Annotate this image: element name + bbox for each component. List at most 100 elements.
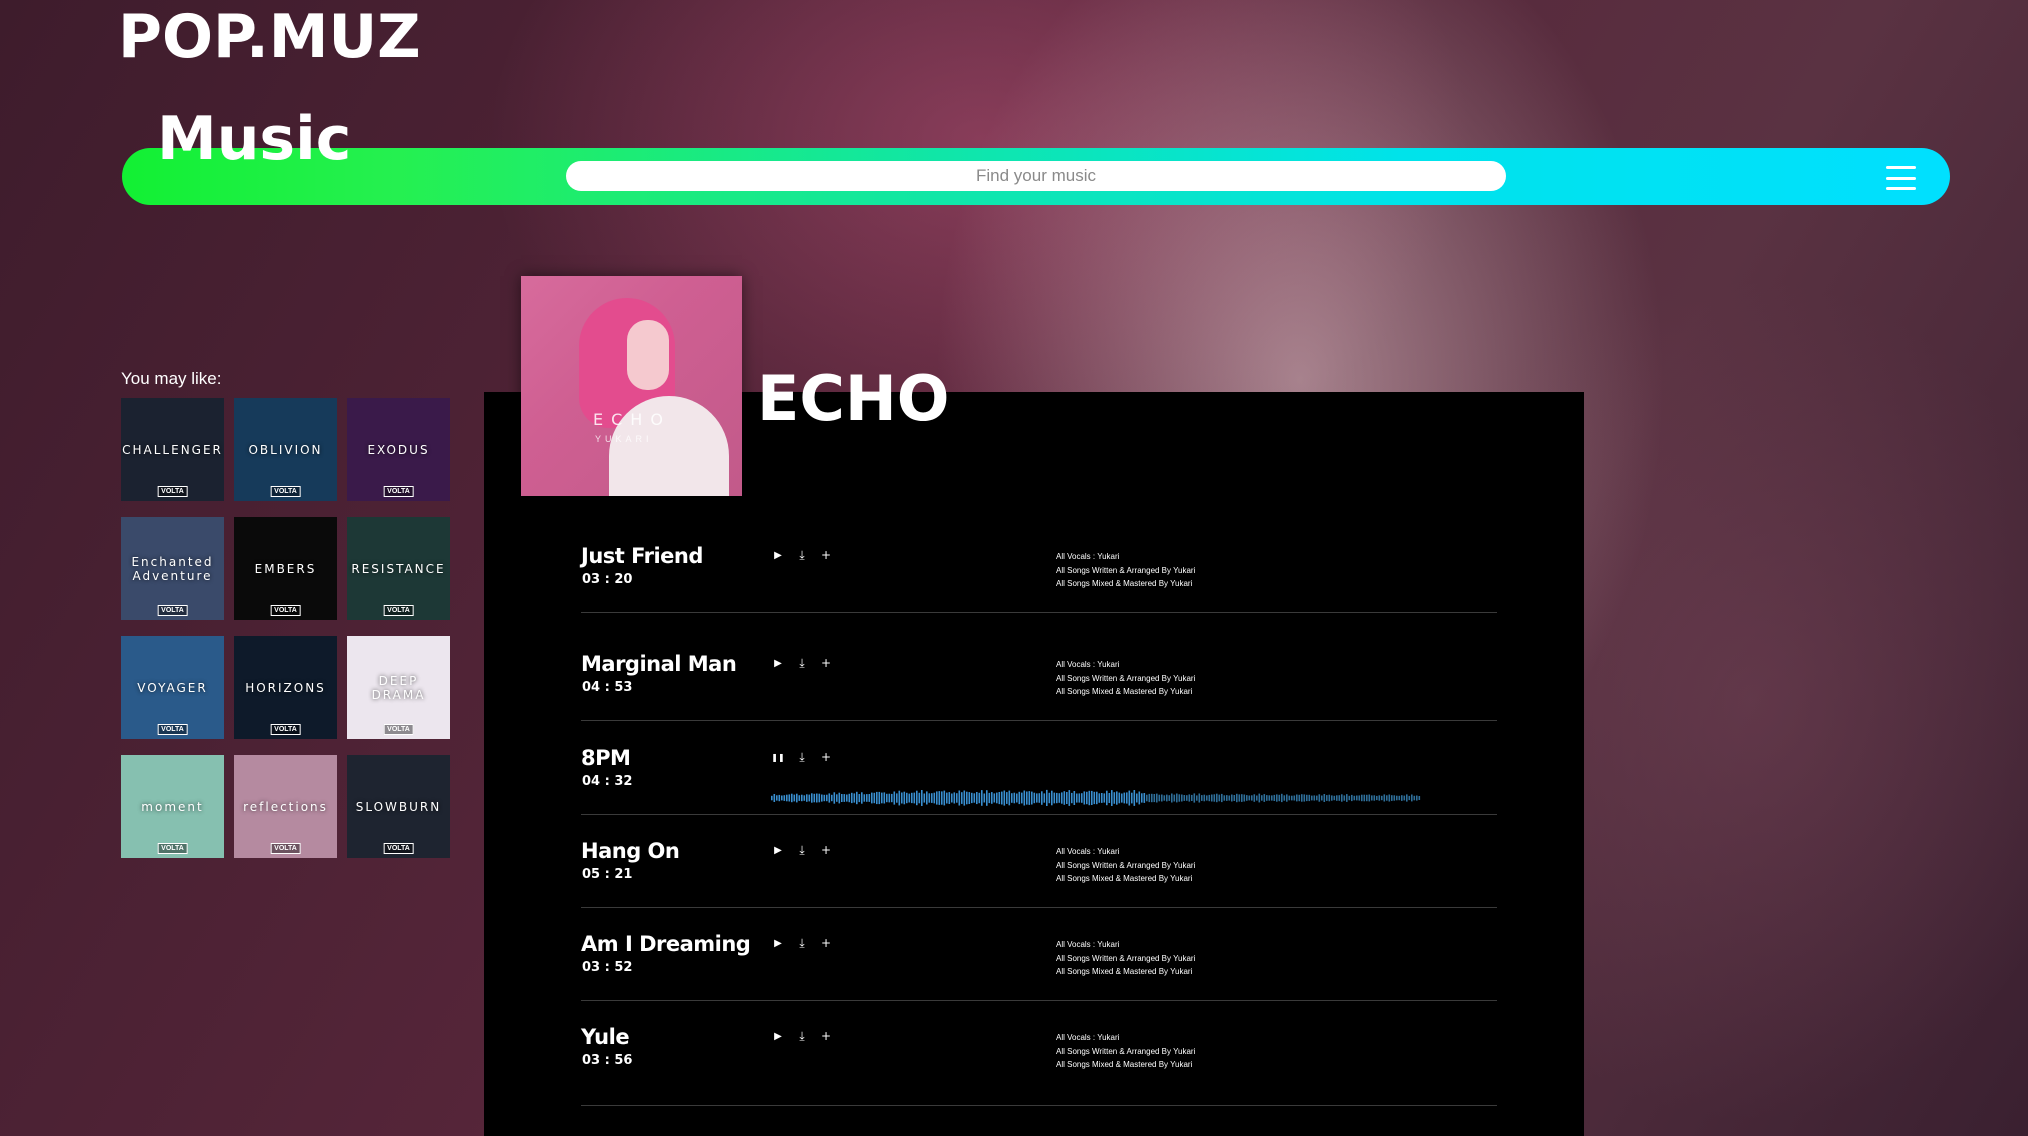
waveform-bar: [1061, 792, 1063, 804]
waveform-bar: [891, 793, 893, 803]
brand-logo[interactable]: POP.MUZ: [118, 2, 421, 72]
waveform-bar: [993, 793, 996, 803]
waveform-bar: [1358, 795, 1361, 801]
play-icon[interactable]: ▶: [771, 656, 785, 670]
waveform-bar: [783, 795, 786, 801]
waveform-bar: [1056, 792, 1058, 804]
plus-icon[interactable]: +: [819, 843, 833, 857]
waveform-bar: [821, 794, 823, 802]
waveform-bar: [906, 792, 908, 804]
audio-waveform[interactable]: [771, 788, 1421, 808]
track-row[interactable]: Just Friend 03 : 20 ▶ ⤓ + All Vocals : Yukari…: [581, 540, 1497, 613]
waveform-bar: [1301, 794, 1303, 802]
recommended-album[interactable]: reflections VOLTA: [234, 755, 337, 858]
download-icon[interactable]: ⤓: [795, 936, 809, 950]
waveform-bar: [1031, 791, 1033, 805]
waveform-bar: [1271, 795, 1273, 801]
hamburger-menu-icon[interactable]: [1886, 166, 1916, 190]
play-icon[interactable]: ▶: [771, 548, 785, 562]
plus-icon[interactable]: +: [819, 936, 833, 950]
waveform-bar: [1113, 792, 1116, 804]
recommended-album[interactable]: SLOWBURN VOLTA: [347, 755, 450, 858]
download-icon[interactable]: ⤓: [795, 1029, 809, 1043]
waveform-bar: [1253, 794, 1256, 802]
plus-icon[interactable]: +: [819, 1029, 833, 1043]
waveform-bar: [796, 793, 798, 803]
track-duration: 03 : 52: [582, 960, 633, 975]
waveform-bar: [786, 794, 788, 802]
waveform-bar: [1181, 794, 1183, 802]
waveform-bar: [1108, 793, 1111, 803]
waveform-bar: [931, 793, 933, 803]
plus-icon[interactable]: +: [819, 750, 833, 764]
recommended-album[interactable]: moment VOLTA: [121, 755, 224, 858]
waveform-bar: [823, 794, 826, 802]
waveform-bar: [846, 794, 848, 802]
waveform-bar: [936, 791, 938, 805]
play-icon[interactable]: ▶: [771, 1029, 785, 1043]
waveform-bar: [778, 794, 781, 802]
label-badge: VOLTA: [270, 724, 301, 735]
waveform-bar: [1396, 795, 1398, 801]
download-icon[interactable]: ⤓: [795, 843, 809, 857]
waveform-bar: [1241, 794, 1243, 802]
waveform-bar: [1163, 795, 1166, 801]
track-row[interactable]: Am I Dreaming 03 : 52 ▶ ⤓ + All Vocals : Yuka…: [581, 928, 1497, 1001]
label-badge: VOLTA: [270, 605, 301, 616]
recommended-album[interactable]: HORIZONS VOLTA: [234, 636, 337, 739]
waveform-bar: [1186, 795, 1188, 801]
waveform-bar: [1026, 791, 1028, 805]
track-controls: ▶ ⤓ +: [771, 656, 833, 671]
waveform-bar: [1168, 795, 1171, 801]
track-row[interactable]: Yule 03 : 56 ▶ ⤓ + All Vocals : Yukari All Son…: [581, 1021, 1497, 1106]
waveform-bar: [1206, 795, 1208, 801]
plus-icon[interactable]: +: [819, 656, 833, 670]
waveform-bar: [901, 792, 903, 804]
plus-icon[interactable]: +: [819, 548, 833, 562]
track-row[interactable]: Marginal Man 04 : 53 ▶ ⤓ + All Vocals : Yukar…: [581, 648, 1497, 721]
waveform-bar: [881, 792, 883, 804]
waveform-bar: [1123, 792, 1126, 804]
track-duration: 05 : 21: [582, 867, 633, 882]
track-credits: All Vocals : Yukari All Songs Written & A…: [1056, 938, 1195, 979]
waveform-bar: [1323, 794, 1326, 802]
download-icon[interactable]: ⤓: [795, 548, 809, 562]
recommended-album-title: RESISTANCE: [351, 561, 446, 576]
waveform-bar: [893, 791, 896, 805]
waveform-bar: [963, 790, 966, 806]
recommended-album-title: OBLIVION: [248, 442, 323, 457]
recommended-album[interactable]: OBLIVION VOLTA: [234, 398, 337, 501]
waveform-bar: [808, 794, 811, 802]
waveform-bar: [818, 793, 821, 803]
play-icon[interactable]: ▶: [771, 936, 785, 950]
waveform-bar: [1078, 793, 1081, 803]
pause-icon[interactable]: ❚❚: [771, 750, 785, 764]
waveform-bar: [971, 792, 973, 804]
download-icon[interactable]: ⤓: [795, 656, 809, 670]
waveform-bar: [953, 792, 956, 804]
recommended-album[interactable]: Enchanted Adventure VOLTA: [121, 517, 224, 620]
search-input[interactable]: [566, 161, 1506, 191]
waveform-bar: [1238, 794, 1241, 802]
recommended-album[interactable]: CHALLENGER VOLTA: [121, 398, 224, 501]
waveform-bar: [1376, 795, 1378, 801]
track-row[interactable]: Hang On 05 : 21 ▶ ⤓ + All Vocals : Yukari All …: [581, 835, 1497, 908]
play-icon[interactable]: ▶: [771, 843, 785, 857]
recommended-album[interactable]: VOYAGER VOLTA: [121, 636, 224, 739]
menu-line: [1886, 176, 1916, 180]
download-icon[interactable]: ⤓: [795, 750, 809, 764]
recommended-album[interactable]: DEEP DRAMA VOLTA: [347, 636, 450, 739]
waveform-bar: [1063, 791, 1066, 805]
waveform-bar: [841, 794, 843, 802]
waveform-bar: [1313, 795, 1316, 801]
waveform-bar: [1233, 795, 1236, 801]
recommended-album-title: moment: [141, 799, 204, 814]
recommended-album[interactable]: EMBERS VOLTA: [234, 517, 337, 620]
track-row[interactable]: 8PM 04 : 32 ❚❚ ⤓ +: [581, 742, 1497, 815]
waveform-bar: [788, 794, 791, 802]
waveform-bar: [856, 791, 858, 805]
waveform-bar: [938, 791, 941, 805]
recommended-album[interactable]: RESISTANCE VOLTA: [347, 517, 450, 620]
waveform-bar: [1193, 793, 1196, 803]
recommended-album[interactable]: EXODUS VOLTA: [347, 398, 450, 501]
